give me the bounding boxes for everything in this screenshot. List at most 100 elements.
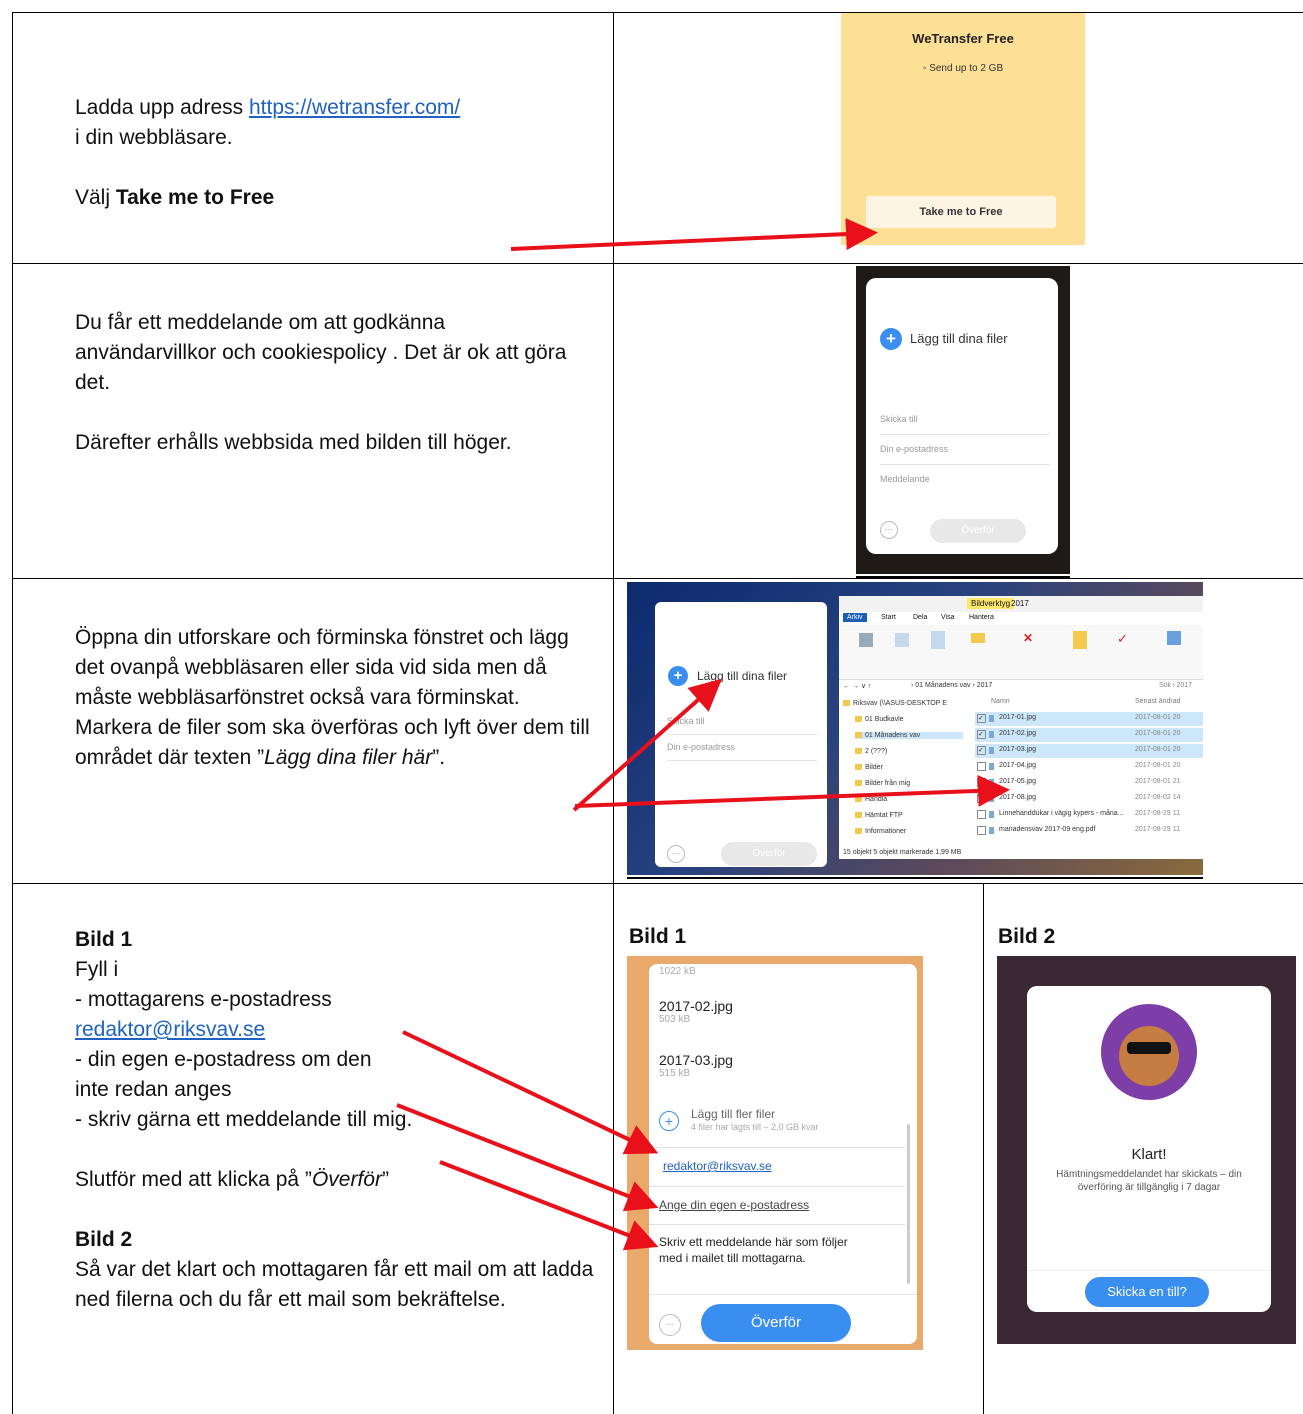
file-row[interactable]: ✓ 2017-02.jpg 2017-08-01 20 [975, 728, 1203, 742]
message-textarea[interactable]: Skriv ett meddelande här som följer med … [659, 1234, 869, 1266]
row4-instructions: Bild 1 Fyll i - mottagarens e-postadress… [75, 925, 595, 1315]
paste-icon[interactable] [931, 631, 945, 649]
tab-arkiv[interactable]: Arkiv [843, 613, 867, 622]
checkbox-icon[interactable] [977, 810, 986, 819]
row2-instructions: Du får ett meddelande om att godkänna an… [75, 308, 590, 458]
file-icon [989, 763, 994, 770]
tab-hantera[interactable]: Hantera [969, 614, 994, 621]
picture-tools-tab[interactable]: Bildverktyg [967, 598, 1015, 609]
file-row[interactable]: ✓ 2017-03.jpg 2017-08-01 20 [975, 744, 1203, 758]
row1-line1: Ladda upp adress [75, 96, 249, 119]
file-date: 2017-08-02 14 [1135, 794, 1181, 801]
row1-instructions: Ladda upp adress https://wetransfer.com/… [75, 93, 595, 213]
folder-item[interactable]: Handla [855, 796, 963, 803]
select-icon[interactable] [1167, 631, 1181, 645]
your-email-field-2[interactable]: Din e-postadress [667, 742, 817, 761]
folder-name: Hämtat FTP [865, 812, 903, 819]
screenshot-underline [856, 576, 1070, 578]
file-row[interactable]: 2017-04.jpg 2017-08-01 20 [975, 760, 1203, 774]
folder-item[interactable]: Informationer [855, 828, 963, 835]
plus-icon-2[interactable]: + [668, 666, 688, 686]
options-icon-3[interactable]: ··· [659, 1314, 681, 1336]
nav-arrows[interactable]: ← → ∨ ↑ [843, 682, 871, 690]
checkbox-icon[interactable] [977, 826, 986, 835]
send-to-field-2[interactable]: Skicka till [667, 716, 817, 735]
col-name[interactable]: Namn [991, 698, 1010, 705]
col-date[interactable]: Senast ändrad [1135, 698, 1181, 705]
breadcrumb: › 01 Månadens vav › 2017 [911, 682, 993, 689]
file-date: 2017-08-01 20 [1135, 714, 1181, 721]
take-me-to-free-button[interactable]: Take me to Free [866, 196, 1056, 228]
row3-para2-suffix: ”. [432, 746, 446, 769]
tab-start[interactable]: Start [881, 614, 896, 621]
address-bar[interactable]: ← → ∨ ↑ › 01 Månadens vav › 2017 Sök i 2… [839, 680, 1203, 694]
folder-name: Bilder från mig [865, 780, 911, 787]
file-entry: 2017-02.jpg 503 kB [659, 998, 733, 1025]
file-row[interactable]: 2017-08.jpg 2017-08-02 14 [975, 792, 1203, 806]
file-date: 2017-08-01 21 [1135, 778, 1181, 785]
folder-item[interactable]: Bilder [855, 764, 963, 771]
folder-icon [855, 828, 862, 835]
folder-name: 2 (???) [865, 748, 888, 755]
checkbox-icon[interactable]: ✓ [977, 730, 986, 739]
transfer-button[interactable]: Överför [930, 519, 1026, 543]
file-date: 2017-08-01 20 [1135, 762, 1181, 769]
folder-item[interactable]: 2 (???) [855, 748, 963, 755]
folder-name: Bilder [865, 764, 883, 771]
transfer-button-2[interactable]: Överför [721, 842, 817, 866]
search-box[interactable]: Sök i 2017 [1159, 682, 1192, 689]
options-icon[interactable]: ··· [880, 521, 898, 539]
folder-item[interactable]: Riksvav (\\ASUS-DESKTOP E [843, 700, 963, 707]
row-divider-2 [12, 578, 1303, 579]
screenshot-add-files: + Lägg till dina filer Skicka till Din e… [856, 266, 1070, 574]
move-icon[interactable] [971, 633, 985, 643]
delete-icon[interactable]: ✕ [1023, 631, 1033, 645]
file-name: 2017-04.jpg [999, 762, 1036, 769]
checkbox-icon[interactable] [977, 762, 986, 771]
checkmark-icon[interactable]: ✓ [1117, 631, 1128, 647]
checkbox-icon[interactable] [977, 794, 986, 803]
file-row[interactable]: 2017-05.jpg 2017-08-01 21 [975, 776, 1203, 790]
add-files-label[interactable]: Lägg till dina filer [910, 331, 1008, 346]
scrollbar[interactable] [907, 1124, 910, 1284]
file-size: 515 kB [659, 1068, 691, 1079]
new-folder-icon[interactable] [1073, 631, 1087, 649]
file-row[interactable]: manadensvav 2017-09 eng.pdf 2017-08-29 11 [975, 824, 1203, 838]
copy-icon[interactable] [895, 633, 909, 647]
row3-para1: Öppna din utforskare och förminska fönst… [75, 626, 569, 709]
pin-icon[interactable] [859, 633, 873, 647]
message-field[interactable]: Meddelande [880, 474, 1050, 494]
checkbox-icon[interactable] [977, 778, 986, 787]
plus-icon[interactable]: + [880, 328, 902, 350]
send-another-button[interactable]: Skicka en till? [1085, 1277, 1209, 1307]
email-link[interactable]: redaktor@riksvav.se [75, 1018, 265, 1041]
your-email-field[interactable]: Din e-postadress [880, 444, 1050, 465]
send-to-field[interactable]: Skicka till [880, 414, 1050, 435]
add-more-plus-icon[interactable]: + [659, 1111, 679, 1131]
folder-item[interactable]: Bilder från mig [855, 780, 963, 787]
add-more-label[interactable]: Lägg till fler filer [691, 1107, 775, 1121]
folder-item[interactable]: Hämtat FTP [855, 812, 963, 819]
folder-item[interactable]: 01 Månadens vav [855, 732, 963, 739]
recipient-email-field[interactable]: redaktor@riksvav.se [649, 1147, 905, 1187]
folder-item[interactable]: 01 Budkavle [855, 716, 963, 723]
tab-visa[interactable]: Visa [941, 614, 955, 621]
file-name: 2017-02.jpg [999, 730, 1036, 737]
folder-name: Informationer [865, 828, 907, 835]
own-email-field[interactable]: Ange din egen e-postadress [649, 1186, 905, 1225]
add-files-label-2[interactable]: Lägg till dina filer [697, 669, 787, 683]
celebration-illustration [1097, 1000, 1201, 1104]
tab-dela[interactable]: Dela [913, 614, 927, 621]
transfer-button-3[interactable]: Överför [701, 1304, 851, 1342]
options-icon-2[interactable]: ··· [667, 845, 685, 863]
file-row[interactable]: ✓ 2017-01.jpg 2017-08-01 20 [975, 712, 1203, 726]
checkbox-icon[interactable]: ✓ [977, 746, 986, 755]
file-icon [989, 827, 994, 834]
file-row[interactable]: Linnehanddukar i vägig kypers - måna... 2… [975, 808, 1203, 822]
wetransfer-link[interactable]: https://wetransfer.com/ [249, 96, 460, 119]
folder-icon [855, 796, 862, 803]
ribbon-toolbar: ✕ ✓ [839, 625, 1203, 680]
checkbox-icon[interactable]: ✓ [977, 714, 986, 723]
item-message: - skriv gärna ett meddelande till mig. [75, 1108, 413, 1131]
file-entry: 2017-03.jpg 515 kB [659, 1052, 733, 1079]
